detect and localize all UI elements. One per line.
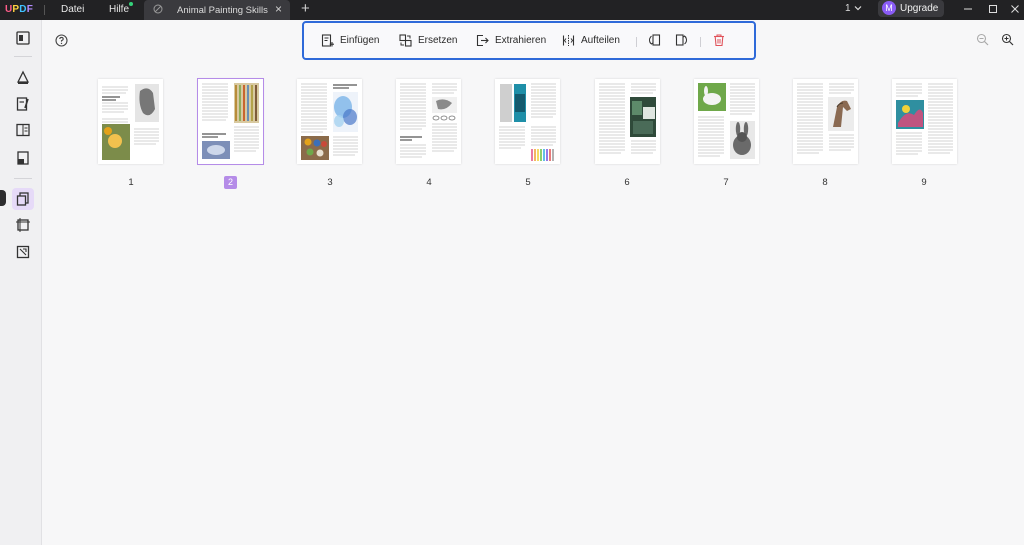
menu-hilfe[interactable]: Hilfe	[109, 4, 129, 15]
page-thumbnail[interactable]	[98, 79, 163, 164]
logo-letter: D	[19, 4, 27, 15]
organize-toolbar: Einfügen Ersetzen Extrahieren Aufteilen	[302, 21, 756, 60]
insert-label: Einfügen	[340, 35, 380, 46]
edit-icon[interactable]	[15, 96, 31, 112]
zoom-in-icon[interactable]	[1001, 33, 1014, 46]
maximize-icon[interactable]	[987, 3, 999, 15]
page-thumbnail[interactable]	[197, 78, 264, 165]
page-thumbnail-preview	[400, 83, 457, 158]
rotate-right-icon[interactable]	[674, 33, 688, 47]
page-thumbnail[interactable]	[297, 79, 362, 164]
sidebar-collapse-handle[interactable]	[0, 190, 6, 206]
zoom-out-icon[interactable]	[976, 33, 989, 46]
page-thumbnail[interactable]	[495, 79, 560, 164]
help-icon[interactable]	[55, 34, 68, 47]
extract-label: Extrahieren	[495, 35, 547, 46]
close-window-icon[interactable]	[1009, 3, 1021, 15]
avatar: M	[882, 1, 896, 15]
logo-letter: F	[26, 4, 34, 15]
page-number: 6	[624, 177, 630, 188]
chevron-down-icon[interactable]	[853, 3, 863, 13]
protect-icon[interactable]	[15, 150, 31, 166]
upgrade-label: Upgrade	[900, 3, 939, 14]
organize-pages-icon[interactable]	[15, 191, 31, 207]
document-tab-icon	[153, 4, 163, 14]
page-number-selected: 2	[224, 176, 237, 189]
page-number: 1	[128, 177, 134, 188]
upgrade-button[interactable]: M Upgrade	[878, 0, 944, 17]
page-number: 7	[723, 177, 729, 188]
crop-icon[interactable]	[15, 217, 31, 233]
left-sidebar	[0, 20, 42, 545]
delete-icon[interactable]	[712, 33, 726, 47]
new-tab-button[interactable]: +	[301, 0, 310, 17]
titlebar-divider	[44, 5, 45, 15]
sidebar-divider	[14, 56, 32, 57]
document-tab[interactable]: Animal Painting Skills	[144, 0, 290, 20]
page-number: 5	[525, 177, 531, 188]
page-thumbnail[interactable]	[396, 79, 461, 164]
updf-logo: UPDF	[5, 4, 33, 15]
toolbar-divider	[700, 37, 701, 47]
page-number: 4	[426, 177, 432, 188]
split-label: Aufteilen	[581, 35, 620, 46]
update-dot	[129, 2, 133, 6]
extract-icon	[476, 34, 489, 47]
tab-title: Animal Painting Skills	[177, 5, 268, 16]
title-bar: UPDF Datei Hilfe Animal Painting Skills …	[0, 0, 1024, 20]
page-thumbnail-preview	[499, 83, 556, 161]
page-thumbnail-preview	[599, 83, 656, 154]
rotate-left-icon[interactable]	[648, 33, 662, 47]
form-icon[interactable]	[15, 122, 31, 138]
replace-icon	[399, 34, 412, 47]
page-number: 8	[822, 177, 828, 188]
menu-datei[interactable]: Datei	[61, 4, 84, 15]
page-thumbnail-preview	[102, 84, 159, 160]
comment-icon[interactable]	[15, 69, 31, 85]
minimize-icon[interactable]	[962, 3, 974, 15]
toolbar-divider	[636, 37, 637, 47]
close-tab-button[interactable]: ×	[275, 2, 282, 16]
page-number: 9	[921, 177, 927, 188]
replace-label: Ersetzen	[418, 35, 458, 46]
compress-icon[interactable]	[15, 244, 31, 260]
insert-icon	[321, 34, 334, 47]
page-thumbnail[interactable]	[694, 79, 759, 164]
sidebar-divider	[14, 178, 32, 179]
page-thumbnail-preview	[301, 83, 358, 160]
split-icon	[562, 35, 575, 46]
page-thumbnail-preview	[698, 83, 755, 159]
page-thumbnail-preview	[896, 83, 953, 155]
page-number: 3	[327, 177, 333, 188]
page-thumbnail[interactable]	[595, 79, 660, 164]
page-thumbnail-preview	[797, 83, 854, 154]
reader-icon[interactable]	[15, 30, 31, 46]
page-thumbnail-preview	[202, 83, 259, 159]
page-thumbnail[interactable]	[793, 79, 858, 164]
page-thumbnail[interactable]	[892, 79, 957, 164]
page-indicator[interactable]: 1	[845, 3, 851, 14]
